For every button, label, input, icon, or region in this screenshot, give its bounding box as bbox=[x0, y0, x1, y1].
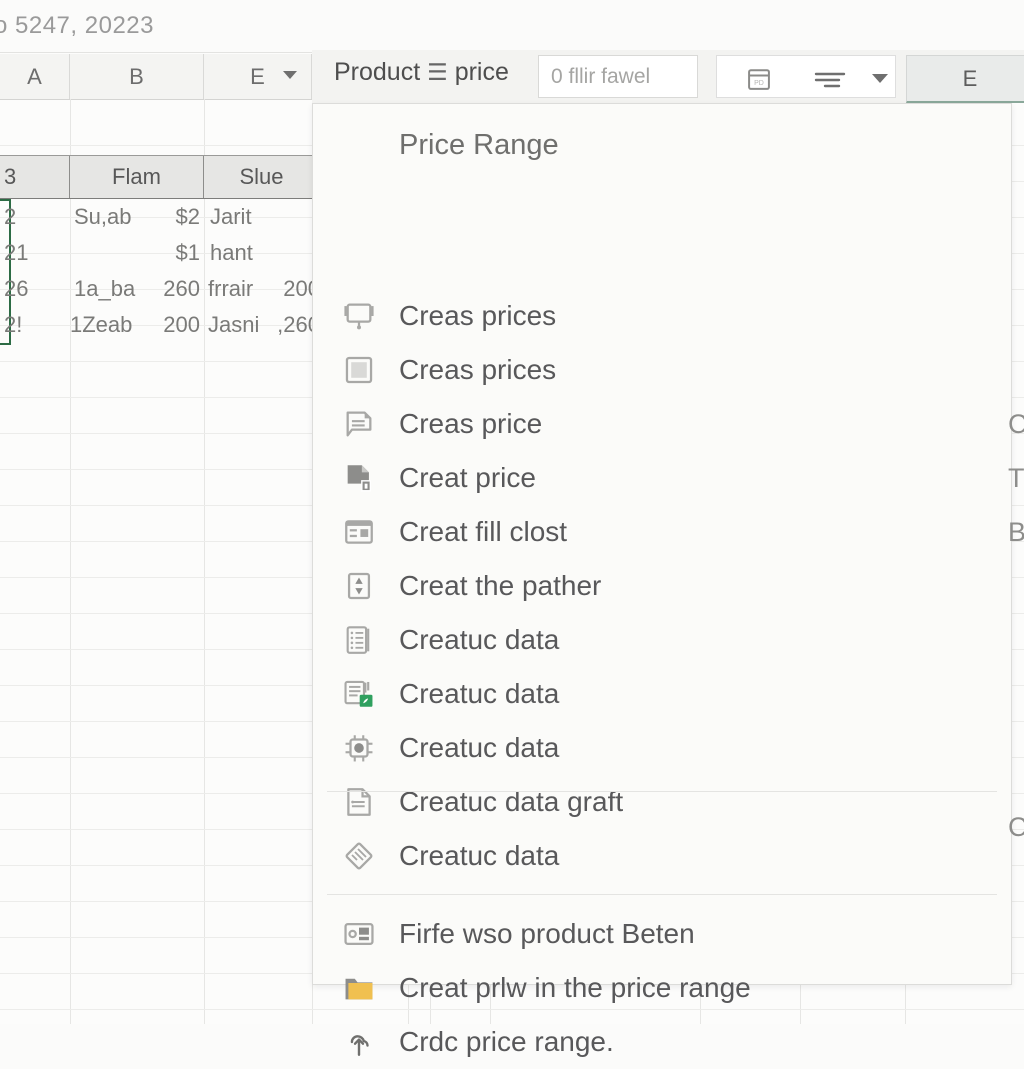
title-bar: o 5247, 20223 bbox=[0, 0, 1024, 53]
tab-e-label: E bbox=[962, 65, 978, 91]
sort-icon: ☰ bbox=[427, 59, 448, 85]
menu-item[interactable]: Creat prlw in the price range bbox=[313, 961, 1011, 1015]
table-cell[interactable]: 2 bbox=[4, 199, 64, 235]
menu-item[interactable]: Creatuc data bbox=[313, 613, 1011, 667]
data-header-cell[interactable]: 3 bbox=[0, 156, 70, 198]
card-list-icon bbox=[339, 914, 379, 954]
table-cell[interactable]: 260 bbox=[120, 271, 200, 307]
menu-item[interactable]: Creatuc data bbox=[313, 667, 1011, 721]
filled-doc-icon bbox=[339, 458, 379, 498]
menu-item[interactable]: Creas prices bbox=[313, 343, 1011, 397]
column-header-b[interactable]: B bbox=[70, 54, 204, 99]
chip-icon bbox=[339, 728, 379, 768]
menu-item[interactable]: Firfe wso product Beten bbox=[313, 907, 1011, 961]
menu-item-label: Creat the pather bbox=[399, 570, 602, 601]
calendar-icon[interactable]: PD bbox=[745, 65, 773, 98]
menu-item[interactable]: Creat the pather bbox=[313, 559, 1011, 613]
column-header-label: E bbox=[250, 63, 265, 89]
menu-item[interactable]: Crdc price range. bbox=[313, 1015, 1011, 1069]
list-doc-icon bbox=[339, 620, 379, 660]
table-cell[interactable]: 21 bbox=[4, 235, 64, 271]
menu-item[interactable]: Creatuc data bbox=[313, 721, 1011, 775]
data-header-cell[interactable]: Flam bbox=[70, 156, 204, 198]
menu-item-label: Crdc price range. bbox=[399, 1026, 614, 1057]
svg-text:PD: PD bbox=[754, 80, 764, 87]
table-row[interactable]: 21 $1 hant bbox=[0, 235, 320, 271]
square-frame-icon bbox=[339, 350, 379, 390]
edge-letter: C bbox=[1008, 812, 1024, 842]
table-cell[interactable]: 200 bbox=[120, 307, 200, 343]
column-header-label: A bbox=[27, 63, 42, 89]
menu-item-label: Creat fill clost bbox=[399, 516, 568, 547]
toolbar-title: Product ☰ price bbox=[334, 58, 509, 87]
menu-item-label: Creatuc data bbox=[399, 624, 560, 655]
menu-item-label: Firfe wso product Beten bbox=[399, 918, 695, 949]
folder-icon bbox=[339, 968, 379, 1008]
table-cell[interactable]: $2 bbox=[130, 199, 200, 235]
toolbar-title-right: price bbox=[454, 58, 509, 86]
menu-item-label: Creat price bbox=[399, 462, 536, 493]
table-row[interactable]: 2 Su,ab $2 Jarit bbox=[0, 199, 320, 235]
edge-letter: B bbox=[1008, 517, 1024, 547]
menu-item-label: Creas price bbox=[399, 408, 543, 439]
menu-separator bbox=[327, 791, 997, 792]
search-input[interactable]: 0 fllir fawel bbox=[538, 55, 698, 98]
data-header-cell[interactable]: Slue bbox=[204, 156, 320, 198]
window-title: o 5247, 20223 bbox=[0, 12, 154, 39]
menu-separator bbox=[327, 894, 997, 895]
toolbar: Product ☰ price 0 fllir fawel PD E bbox=[312, 50, 1024, 103]
table-cell[interactable]: hant bbox=[210, 235, 310, 271]
menu-item[interactable]: Creas prices bbox=[313, 289, 1011, 343]
table-cell[interactable]: Jarit bbox=[210, 199, 310, 235]
monitor-icon bbox=[339, 296, 379, 336]
table-row[interactable]: 2! 1Zeab 200 Jasni ,260 bbox=[0, 307, 320, 343]
column-header-a[interactable]: A bbox=[0, 54, 70, 99]
doc-lock-green-icon bbox=[339, 674, 379, 714]
menu-item[interactable]: Creas price bbox=[313, 397, 1011, 451]
table-row[interactable]: 26 1a_ba 260 frrair 200 bbox=[0, 271, 320, 307]
table-cell[interactable]: $1 bbox=[130, 235, 200, 271]
toolbar-title-left: Product bbox=[334, 58, 421, 86]
filter-lines-icon[interactable] bbox=[813, 70, 847, 95]
page-lines-icon bbox=[339, 782, 379, 822]
column-header-label: B bbox=[129, 63, 144, 89]
table-cell[interactable]: 200 bbox=[250, 271, 320, 307]
chevron-down-icon[interactable] bbox=[872, 74, 888, 83]
menu-item-label: Creatuc data bbox=[399, 678, 560, 709]
menu-item[interactable]: Creatuc data graft bbox=[313, 775, 1011, 829]
menu-item-label: Creatuc data bbox=[399, 840, 560, 871]
table-cell[interactable]: 26 bbox=[4, 271, 64, 307]
toolbar-button-group[interactable]: PD bbox=[716, 55, 896, 98]
menu-item[interactable]: Creat price bbox=[313, 451, 1011, 505]
edge-letter: T bbox=[1008, 463, 1024, 493]
edge-letter: C bbox=[1008, 409, 1024, 439]
menu-item-label: Creas prices bbox=[399, 354, 557, 385]
chevron-down-icon[interactable] bbox=[283, 71, 297, 79]
search-input-value: 0 fllir fawel bbox=[551, 64, 651, 88]
menu-item-label: Creat prlw in the price range bbox=[399, 972, 751, 1003]
comment-doc-icon bbox=[339, 404, 379, 444]
data-header-label: 3 bbox=[4, 164, 17, 189]
diamond-doc-icon bbox=[339, 836, 379, 876]
context-menu: Price Range Creas prices Creas prices Crea… bbox=[312, 103, 1012, 1057]
tab-e[interactable]: E bbox=[906, 55, 1024, 103]
table-cell[interactable]: ,260 bbox=[248, 307, 320, 343]
arrow-down-box-icon bbox=[339, 566, 379, 606]
data-header-label: Slue bbox=[239, 164, 284, 189]
menu-item-label: Creatuc data bbox=[399, 732, 560, 763]
data-header-label: Flam bbox=[112, 164, 161, 189]
table-cell[interactable]: 2! bbox=[4, 307, 64, 343]
menu-header: Price Range bbox=[399, 129, 559, 161]
form-card-icon bbox=[339, 512, 379, 552]
screen-root: o 5247, 20223 ABE 3 Flam Slue 2 Su,ab $2 Jari… bbox=[0, 0, 1024, 1057]
menu-item-label: Creas prices bbox=[399, 300, 557, 331]
menu-item[interactable]: Creat fill clost bbox=[313, 505, 1011, 559]
menu-item[interactable]: Creatuc data bbox=[313, 829, 1011, 883]
data-header-row: 3 Flam Slue bbox=[0, 155, 320, 199]
upload-arrow-icon bbox=[339, 1022, 379, 1062]
